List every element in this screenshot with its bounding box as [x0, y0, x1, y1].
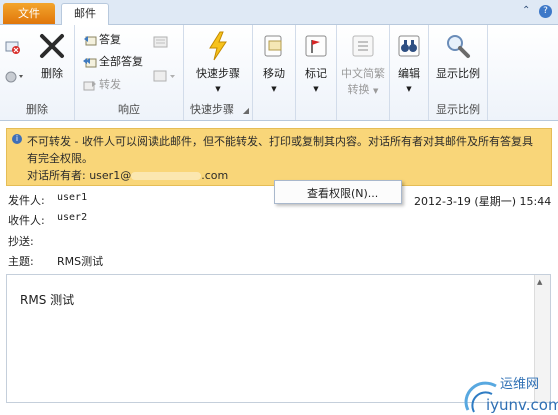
dialog-launcher-icon[interactable]: ◢ [243, 106, 249, 115]
reply-label: 答复 [99, 33, 121, 46]
group-zoom: 显示比例 显示比例 [429, 25, 488, 120]
group-delete-label: 删除 [26, 103, 48, 116]
to-label: 收件人: [8, 214, 45, 227]
reply-all-label: 全部答复 [99, 55, 143, 68]
binoculars-icon [394, 31, 424, 61]
tags-button[interactable]: 标记 ▼ [296, 31, 336, 94]
view-permission-menu-item[interactable]: 查看权限(N)... [307, 185, 378, 201]
delete-x-icon [37, 31, 67, 61]
chinese-conversion-label-2: 转换 [347, 83, 370, 96]
reply-button[interactable]: 答复 [83, 31, 121, 49]
context-menu: 查看权限(N)... [274, 180, 402, 204]
info-line-2: 有完全权限。 [27, 152, 93, 165]
subject-label: 主题: [8, 255, 34, 268]
group-respond-label: 响应 [118, 103, 140, 116]
group-quicksteps: 快速步骤 ▼ 快速步骤 ◢ [184, 25, 253, 120]
move-label: 移动 [263, 67, 285, 80]
group-tags: 标记 ▼ [296, 25, 337, 120]
info-line-3: 对话所有者: user1@ .com [27, 167, 228, 183]
info-line-1: 不可转发 - 收件人可以阅读此邮件，但不能转发、打印或复制其内容。对话所有者对其… [27, 135, 533, 148]
group-quicksteps-label: 快速步骤 [190, 103, 234, 116]
from-label: 发件人: [8, 194, 45, 207]
tab-mail[interactable]: 邮件 [61, 3, 109, 25]
quicksteps-label: 快速步骤 [196, 67, 240, 80]
zoom-label: 显示比例 [436, 67, 480, 80]
ignore-icon[interactable] [4, 39, 22, 57]
info-icon: i [12, 134, 22, 144]
from-value[interactable]: user1 [57, 192, 87, 203]
more-respond-icon[interactable] [153, 69, 177, 87]
flag-icon [301, 31, 331, 61]
group-chinese-conversion: 中文简繁 转换 ▼ [337, 25, 390, 120]
quicksteps-button[interactable]: 快速步骤 ▼ [184, 31, 252, 94]
delete-label: 删除 [41, 67, 63, 80]
zoom-button[interactable]: 显示比例 [429, 31, 487, 81]
delete-button[interactable]: 删除 [34, 31, 70, 81]
tags-label: 标记 [305, 67, 327, 80]
reply-all-icon [83, 58, 97, 68]
group-move: 移动 ▼ [253, 25, 296, 120]
cc-label: 抄送: [8, 235, 34, 248]
move-dropdown-icon: ▼ [271, 85, 277, 93]
forward-icon [83, 81, 96, 91]
ribbon-tab-bar: 文件 邮件 ⌃ ? [0, 0, 558, 25]
quicksteps-dropdown-icon: ▼ [215, 85, 221, 93]
reply-icon [84, 36, 97, 46]
group-delete: 删除 删除 [0, 25, 75, 120]
watermark-text-2: iyunv.com [486, 396, 558, 414]
magnifier-icon [443, 31, 473, 61]
forward-label: 转发 [99, 78, 121, 91]
chinese-dropdown-icon: ▼ [373, 87, 379, 95]
edit-dropdown-icon: ▼ [406, 85, 412, 93]
lightning-icon [203, 31, 233, 61]
group-edit: 编辑 ▼ [390, 25, 429, 120]
tab-file[interactable]: 文件 [3, 3, 55, 24]
tags-dropdown-icon: ▼ [313, 85, 319, 93]
message-body-text: RMS 测试 [20, 293, 75, 307]
to-value[interactable]: user2 [57, 212, 87, 223]
edit-label: 编辑 [398, 67, 420, 80]
forward-button[interactable]: 转发 [83, 76, 121, 94]
move-button[interactable]: 移动 ▼ [253, 31, 295, 94]
meeting-icon[interactable] [153, 35, 169, 53]
reply-all-button[interactable]: 全部答复 [83, 53, 143, 71]
permission-info-bar[interactable]: i 不可转发 - 收件人可以阅读此邮件，但不能转发、打印或复制其内容。对话所有者… [6, 128, 552, 186]
scroll-up-icon[interactable]: ▲ [537, 278, 542, 286]
edit-button[interactable]: 编辑 ▼ [390, 31, 428, 94]
cleanup-icon[interactable] [4, 69, 26, 87]
chinese-conversion-button[interactable]: 中文简繁 转换 ▼ [337, 31, 389, 97]
chinese-conversion-icon [348, 31, 378, 61]
redacted-domain [131, 172, 202, 180]
group-respond: 答复 全部答复 转发 响应 [75, 25, 184, 120]
help-icon[interactable]: ? [539, 5, 552, 18]
group-zoom-label: 显示比例 [436, 103, 480, 116]
watermark-text-1: 运维网 [500, 377, 539, 392]
chinese-conversion-label-1: 中文简繁 [341, 67, 385, 80]
sent-date: 2012-3-19 (星期一) 15:44 [414, 195, 552, 208]
owner-prefix: 对话所有者: user1@ [27, 169, 132, 182]
minimize-ribbon-icon[interactable]: ⌃ [522, 5, 530, 16]
watermark-logo: 运维网 iyunv.com [464, 377, 558, 414]
subject-value: RMS测试 [57, 255, 104, 268]
move-icon [259, 31, 289, 61]
owner-suffix: .com [201, 169, 229, 182]
ribbon: 删除 删除 答复 全部答复 转发 响应 快速步骤 ▼ 快速步骤 ◢ 移动 ▼ 标… [0, 25, 558, 121]
